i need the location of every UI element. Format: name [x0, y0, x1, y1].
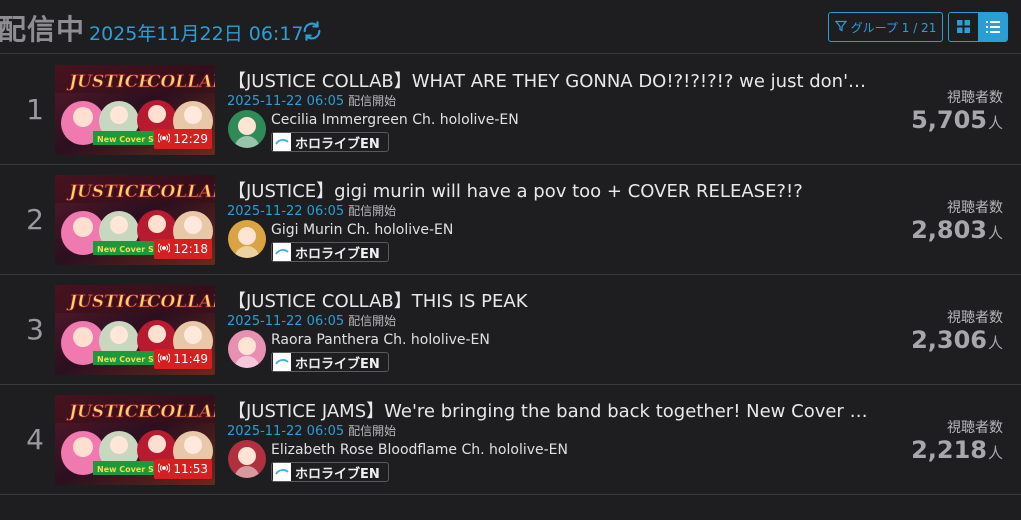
- viewer-count-unit: 人: [987, 114, 1003, 132]
- channel-name-link[interactable]: Cecilia Immergreen Ch. hololive-EN: [271, 112, 519, 128]
- viewer-count: 2,218 人: [911, 436, 1003, 464]
- group-filter-label: グループ 1 / 21: [850, 20, 937, 35]
- grid-view-button[interactable]: [949, 13, 978, 41]
- stream-start-time: 2025-11-22 06:05: [227, 204, 345, 219]
- page-title: 配信中: [0, 13, 86, 46]
- stream-start-time: 2025-11-22 06:05: [227, 424, 345, 439]
- grid-view-icon: [957, 18, 970, 37]
- org-badge-label: ホロライブEN: [295, 466, 380, 482]
- viewers-label: 視聴者数: [947, 90, 1003, 106]
- viewer-count-number: 2,218: [911, 436, 987, 464]
- svg-text:JUSTICE: JUSTICE: [66, 182, 152, 202]
- refresh-icon[interactable]: [301, 20, 323, 42]
- svg-text:JUSTICE: JUSTICE: [66, 72, 152, 92]
- channel-avatar[interactable]: [228, 220, 266, 258]
- channel-avatar[interactable]: [228, 110, 266, 148]
- group-filter-button[interactable]: グループ 1 / 21: [828, 12, 943, 42]
- stream-start-meta: 2025-11-22 06:05 配信開始: [227, 202, 396, 219]
- stream-rank: 1: [26, 93, 44, 126]
- viewer-count-unit: 人: [987, 334, 1003, 352]
- live-broadcast-icon: [157, 132, 171, 146]
- stream-row[interactable]: 2 JUSTICE COLLAB: [0, 165, 1021, 275]
- viewers-label: 視聴者数: [947, 420, 1003, 436]
- viewers-label: 視聴者数: [947, 310, 1003, 326]
- hololive-logo-icon: [273, 353, 291, 371]
- stream-thumbnail[interactable]: JUSTICE COLLAB New Cover Son: [55, 175, 215, 265]
- stream-title-link[interactable]: 【JUSTICE COLLAB】THIS IS PEAK: [228, 287, 868, 313]
- live-duration-badge: 11:49: [154, 349, 212, 369]
- view-toggle: [948, 12, 1008, 42]
- stream-thumbnail[interactable]: JUSTICE COLLAB New Cover Son: [55, 285, 215, 375]
- stream-title-link[interactable]: 【JUSTICE JAMS】We're bringing the band ba…: [228, 397, 868, 423]
- viewer-count: 5,705 人: [911, 106, 1003, 134]
- stream-thumbnail[interactable]: JUSTICE COLLAB New Cover Son: [55, 65, 215, 155]
- stream-thumbnail[interactable]: JUSTICE COLLAB New Cover Son: [55, 395, 215, 485]
- list-view-icon: [985, 18, 1000, 37]
- viewer-count-unit: 人: [987, 224, 1003, 242]
- stream-row[interactable]: 1 JUSTICE COLLAB: [0, 55, 1021, 165]
- org-badge-label: ホロライブEN: [295, 136, 380, 152]
- current-timestamp: 2025年11月22日 06:17: [89, 23, 304, 45]
- stream-start-label: 配信開始: [348, 424, 397, 438]
- channel-name-link[interactable]: Gigi Murin Ch. hololive-EN: [271, 222, 453, 238]
- stream-start-time: 2025-11-22 06:05: [227, 314, 345, 329]
- stream-title-link[interactable]: 【JUSTICE COLLAB】WHAT ARE THEY GONNA DO!?…: [228, 67, 868, 93]
- live-duration: 11:49: [173, 352, 208, 366]
- live-duration: 12:18: [173, 242, 208, 256]
- org-badge[interactable]: ホロライブEN: [271, 462, 389, 482]
- svg-text:COLLAB: COLLAB: [147, 402, 215, 422]
- svg-text:JUSTICE: JUSTICE: [66, 402, 152, 422]
- svg-text:COLLAB: COLLAB: [147, 182, 215, 202]
- stream-rank: 3: [26, 313, 44, 346]
- svg-text:COLLAB: COLLAB: [147, 292, 215, 312]
- channel-avatar[interactable]: [228, 440, 266, 478]
- live-duration: 11:53: [173, 462, 208, 476]
- org-badge-label: ホロライブEN: [295, 246, 380, 262]
- org-badge-label: ホロライブEN: [295, 356, 380, 372]
- viewer-count-number: 5,705: [911, 106, 987, 134]
- svg-text:JUSTICE: JUSTICE: [66, 292, 152, 312]
- viewer-count-unit: 人: [987, 444, 1003, 462]
- stream-rank: 4: [26, 423, 44, 456]
- stream-start-label: 配信開始: [348, 204, 397, 218]
- filter-icon: [834, 20, 847, 35]
- org-badge[interactable]: ホロライブEN: [271, 352, 389, 372]
- viewer-count: 2,803 人: [911, 216, 1003, 244]
- channel-name-link[interactable]: Raora Panthera Ch. hololive-EN: [271, 332, 490, 348]
- stream-start-label: 配信開始: [348, 94, 397, 108]
- channel-avatar[interactable]: [228, 330, 266, 368]
- live-duration: 12:29: [173, 132, 208, 146]
- stream-title-link[interactable]: 【JUSTICE】gigi murin will have a pov too …: [228, 177, 868, 203]
- stream-row[interactable]: 4 JUSTICE COLLAB: [0, 385, 1021, 495]
- org-badge[interactable]: ホロライブEN: [271, 132, 389, 152]
- viewer-count-number: 2,306: [911, 326, 987, 354]
- viewer-count-number: 2,803: [911, 216, 987, 244]
- list-view-button[interactable]: [978, 13, 1007, 41]
- live-broadcast-icon: [157, 242, 171, 256]
- hololive-logo-icon: [273, 243, 291, 261]
- live-broadcast-icon: [157, 352, 171, 366]
- stream-start-meta: 2025-11-22 06:05 配信開始: [227, 92, 396, 109]
- live-duration-badge: 12:29: [154, 129, 212, 149]
- org-badge[interactable]: ホロライブEN: [271, 242, 389, 262]
- stream-start-time: 2025-11-22 06:05: [227, 94, 345, 109]
- hololive-logo-icon: [273, 463, 291, 481]
- viewer-count: 2,306 人: [911, 326, 1003, 354]
- live-broadcast-icon: [157, 462, 171, 476]
- stream-start-meta: 2025-11-22 06:05 配信開始: [227, 422, 396, 439]
- hololive-logo-icon: [273, 133, 291, 151]
- channel-name-link[interactable]: Elizabeth Rose Bloodflame Ch. hololive-E…: [271, 442, 568, 458]
- page-header: 配信中 2025年11月22日 06:17 グループ 1 / 21: [0, 0, 1021, 54]
- stream-start-meta: 2025-11-22 06:05 配信開始: [227, 312, 396, 329]
- stream-start-label: 配信開始: [348, 314, 397, 328]
- svg-text:COLLAB: COLLAB: [147, 72, 215, 92]
- stream-rank: 2: [26, 203, 44, 236]
- live-duration-badge: 12:18: [154, 239, 212, 259]
- live-duration-badge: 11:53: [154, 459, 212, 479]
- viewers-label: 視聴者数: [947, 200, 1003, 216]
- stream-row[interactable]: 3 JUSTICE COLLAB: [0, 275, 1021, 385]
